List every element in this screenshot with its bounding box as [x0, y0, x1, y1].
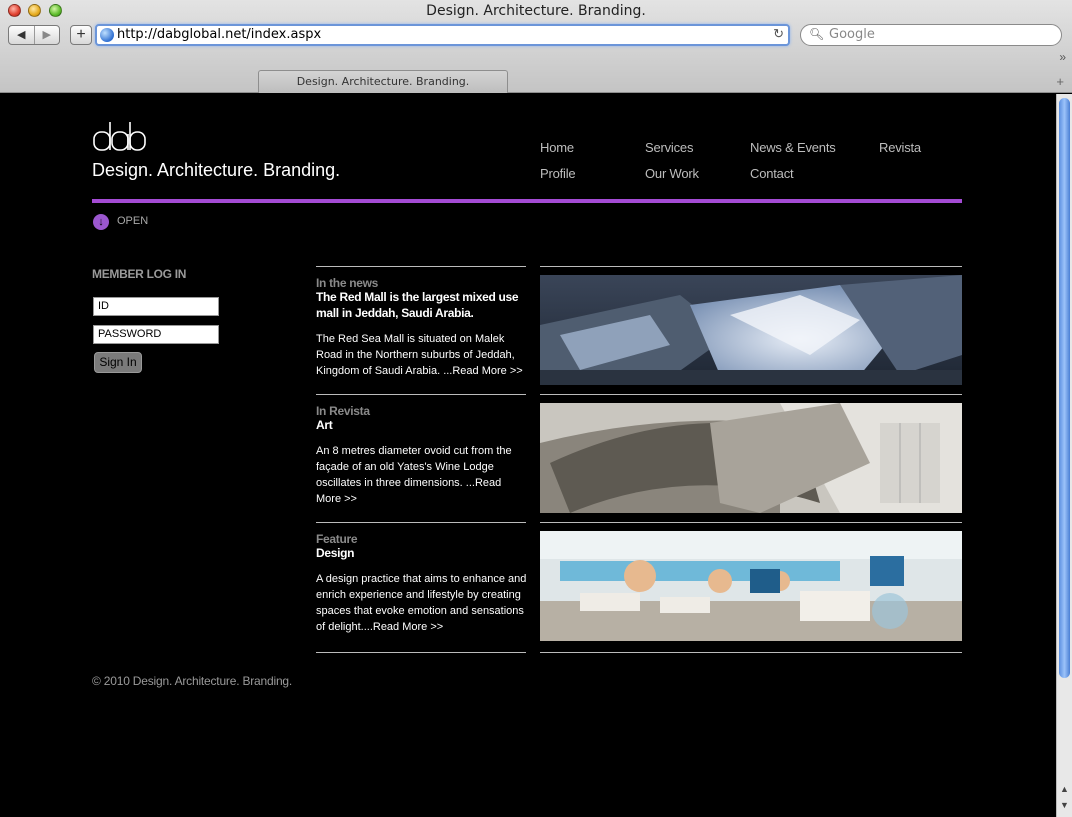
address-bar-url[interactable]: http://dabglobal.net/index.aspx: [117, 27, 321, 43]
site-tagline: Design. Architecture. Branding.: [92, 160, 341, 180]
divider: [540, 266, 962, 267]
item-title[interactable]: The Red Mall is the largest mixed use ma…: [316, 289, 528, 321]
item-title[interactable]: Art: [316, 417, 528, 433]
item-category: Feature: [316, 532, 358, 546]
item-title[interactable]: Design: [316, 545, 528, 561]
nav-home[interactable]: Home: [540, 140, 574, 155]
tab-active[interactable]: Design. Architecture. Branding.: [258, 70, 508, 93]
nav-revista[interactable]: Revista: [879, 140, 921, 155]
search-icon: 🔍︎: [809, 27, 825, 41]
browser-chrome: Design. Architecture. Branding. ◀ ▶ + ht…: [0, 0, 1072, 93]
divider: [316, 652, 526, 653]
open-arrow-icon[interactable]: ↓: [93, 214, 109, 230]
item-text[interactable]: A design practice that aims to enhance a…: [316, 571, 528, 635]
member-login-title: MEMBER LOG IN: [92, 267, 187, 281]
divider: [316, 394, 526, 395]
item-text[interactable]: The Red Sea Mall is situated on Malek Ro…: [316, 331, 528, 379]
item-category: In Revista: [316, 404, 370, 418]
forward-arrow-icon[interactable]: ▶: [33, 26, 60, 44]
scroll-up-arrow-icon[interactable]: ▲: [1060, 784, 1069, 794]
dab-logo[interactable]: [92, 120, 146, 152]
red-sea-mall-image[interactable]: [540, 275, 962, 385]
divider: [316, 522, 526, 523]
nav-our-work[interactable]: Our Work: [645, 166, 699, 181]
divider: [540, 522, 962, 523]
minimize-window-button[interactable]: [28, 4, 41, 17]
address-bar[interactable]: http://dabglobal.net/index.aspx ↻: [95, 24, 790, 46]
nav-news-events[interactable]: News & Events: [750, 140, 836, 155]
divider: [540, 394, 962, 395]
scroll-down-arrow-icon[interactable]: ▼: [1060, 800, 1069, 810]
item-text[interactable]: An 8 metres diameter ovoid cut from the …: [316, 443, 528, 507]
id-field[interactable]: ID: [93, 297, 219, 316]
chevron-overflow-icon[interactable]: »: [1059, 50, 1066, 64]
add-bookmark-button[interactable]: +: [70, 25, 92, 45]
web-page: Design. Architecture. Branding. Home Ser…: [0, 94, 1056, 817]
nav-profile[interactable]: Profile: [540, 166, 576, 181]
scrollbar-thumb[interactable]: [1059, 98, 1070, 678]
footer-copyright: © 2010 Design. Architecture. Branding.: [92, 674, 293, 688]
search-field[interactable]: 🔍︎ Google: [800, 24, 1062, 46]
back-forward-buttons: ◀ ▶: [8, 25, 60, 45]
divider: [540, 652, 962, 653]
nav-services[interactable]: Services: [645, 140, 693, 155]
search-placeholder: Google: [829, 27, 875, 42]
close-window-button[interactable]: [8, 4, 21, 17]
item-category: In the news: [316, 276, 379, 290]
vertical-scrollbar[interactable]: ▲ ▼: [1056, 94, 1072, 817]
open-link[interactable]: OPEN: [117, 215, 148, 227]
design-interior-image[interactable]: [540, 531, 962, 641]
password-field[interactable]: PASSWORD: [93, 325, 219, 344]
globe-icon: [100, 28, 114, 42]
new-tab-icon[interactable]: +: [1056, 74, 1064, 89]
back-arrow-icon[interactable]: ◀: [9, 26, 34, 44]
sign-in-button[interactable]: Sign In: [94, 352, 142, 373]
divider: [316, 266, 526, 267]
nav-contact[interactable]: Contact: [750, 166, 794, 181]
zoom-window-button[interactable]: [49, 4, 62, 17]
accent-divider: [92, 199, 962, 203]
reload-icon[interactable]: ↻: [773, 26, 784, 42]
art-installation-image[interactable]: [540, 403, 962, 513]
window-title: Design. Architecture. Branding.: [426, 3, 646, 19]
